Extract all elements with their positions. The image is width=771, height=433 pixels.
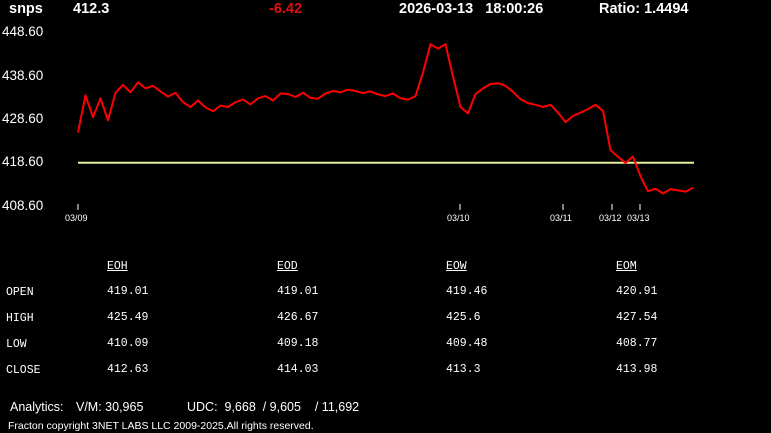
price-chart <box>77 43 700 210</box>
table-cell: 410.09 <box>107 337 149 350</box>
table-cell: 427.54 <box>616 311 658 324</box>
y-tick-label: 428.60 <box>2 111 44 126</box>
x-tick-label: 03/11 <box>550 213 572 223</box>
x-tick-label: 03/10 <box>447 213 470 223</box>
row-label: HIGH <box>6 312 34 325</box>
ratio-label: Ratio: 1.4494 <box>599 1 689 17</box>
copyright-notice: Fracton copyright 3NET LABS LLC 2009-202… <box>8 420 314 432</box>
col-header-eoh: EOH <box>107 260 128 273</box>
y-tick-label: 448.60 <box>2 24 44 39</box>
timestamp: 2026-03-13 18:00:26 <box>399 1 544 17</box>
row-label: CLOSE <box>6 364 41 377</box>
table-cell: 408.77 <box>616 337 658 350</box>
x-tick-label: 03/12 <box>599 213 622 223</box>
col-header-eow: EOW <box>446 260 467 273</box>
table-cell: 412.63 <box>107 363 149 376</box>
x-tick-label: 03/09 <box>65 213 88 223</box>
symbol-label: snps <box>9 1 43 17</box>
row-label: LOW <box>6 338 27 351</box>
price-series-line <box>77 43 694 195</box>
table-cell: 420.91 <box>616 285 658 298</box>
table-cell: 419.01 <box>277 285 319 298</box>
x-tick-label: 03/13 <box>627 213 650 223</box>
table-cell: 419.46 <box>446 285 488 298</box>
table-cell: 425.6 <box>446 311 481 324</box>
y-tick-label: 438.60 <box>2 68 44 83</box>
udc-value: UDC: 9,668 / 9,605 / 11,692 <box>187 400 360 414</box>
table-cell: 414.03 <box>277 363 319 376</box>
last-price: 412.3 <box>73 1 110 17</box>
y-tick-label: 408.60 <box>2 198 44 213</box>
price-change: -6.42 <box>269 1 303 17</box>
table-cell: 413.98 <box>616 363 658 376</box>
y-tick-label: 418.60 <box>2 154 44 169</box>
vm-value: V/M: 30,965 <box>76 400 144 414</box>
table-cell: 425.49 <box>107 311 149 324</box>
analytics-label: Analytics: <box>10 400 64 414</box>
col-header-eod: EOD <box>277 260 298 273</box>
table-cell: 426.67 <box>277 311 319 324</box>
table-cell: 409.48 <box>446 337 488 350</box>
row-label: OPEN <box>6 286 34 299</box>
table-cell: 413.3 <box>446 363 481 376</box>
table-cell: 409.18 <box>277 337 319 350</box>
col-header-eom: EOM <box>616 260 637 273</box>
table-cell: 419.01 <box>107 285 149 298</box>
